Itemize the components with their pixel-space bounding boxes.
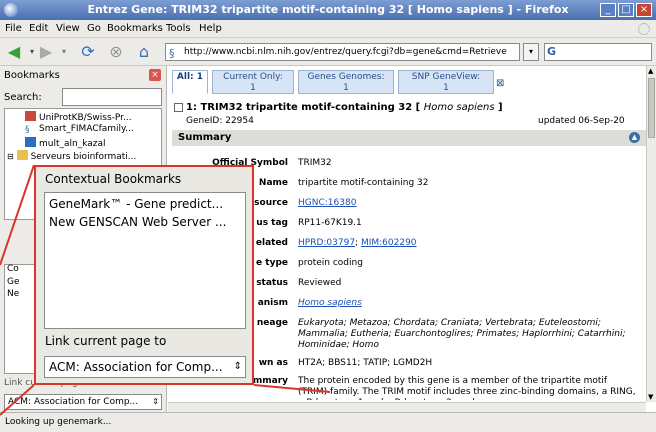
gene-id: GeneID: 22954 (186, 116, 254, 126)
summary-section-header: Summary ▲ (172, 130, 646, 146)
navigation-toolbar: ◀ ▾ ▶ ▾ ⟳ ⊗ ⌂ § http://www.ncbi.nlm.nih.… (0, 38, 656, 66)
url-bar[interactable]: § http://www.ncbi.nlm.nih.gov/entrez/que… (165, 43, 520, 61)
scroll-thumb[interactable] (648, 78, 655, 138)
status-text: Looking up genemark... (5, 417, 112, 427)
search-box[interactable]: G (544, 43, 652, 61)
reload-icon[interactable]: ⟳ (78, 42, 98, 62)
menu-help[interactable]: Help (199, 23, 222, 34)
updated-date: updated 06-Sep-20 (538, 116, 625, 126)
title-bar: Entrez Gene: TRIM32 tripartite motif-con… (0, 0, 656, 20)
forward-dropdown-icon[interactable]: ▾ (54, 42, 74, 62)
tool-icon[interactable]: ⊠ (496, 78, 504, 89)
close-button[interactable]: × (636, 3, 652, 17)
menu-tools[interactable]: Tools (166, 23, 191, 34)
chevron-updown-icon: ⇕ (233, 361, 242, 372)
menu-file[interactable]: File (5, 23, 22, 34)
menu-edit[interactable]: Edit (29, 23, 48, 34)
back-arrow-icon[interactable]: ◀ (4, 42, 24, 62)
organism-link[interactable]: Homo sapiens (298, 298, 638, 309)
bookmark-icon: § (25, 125, 30, 135)
link-page-label: Link current page to (45, 334, 167, 348)
tab-genes-genomes[interactable]: Genes Genomes: 1 (298, 70, 394, 94)
contextual-bookmarks-title: Contextual Bookmarks (45, 172, 182, 186)
expand-icon[interactable]: ⊟ (7, 152, 14, 161)
window-title: Entrez Gene: TRIM32 tripartite motif-con… (87, 3, 569, 16)
hprd-link[interactable]: HPRD:03797 (298, 238, 355, 248)
tab-all[interactable]: All: 1 (172, 70, 208, 94)
sidebar-close-icon[interactable]: × (149, 69, 161, 81)
hgnc-link[interactable]: HGNC:16380 (298, 198, 638, 209)
bookmark-item[interactable]: UniProtKB/Swiss-Pr... (25, 111, 132, 123)
forward-arrow-icon[interactable]: ▶ (36, 42, 56, 62)
home-icon[interactable]: ⌂ (134, 42, 154, 62)
arrow-up-icon[interactable]: ▲ (629, 132, 640, 143)
link-page-select[interactable]: ACM: Association for Comp... ⇕ (44, 356, 246, 378)
sidebar-lower-label: Co (7, 264, 19, 274)
gene-heading: 1: TRIM32 tripartite motif-containing 32… (186, 102, 503, 113)
bookmark-icon (25, 137, 36, 147)
sidebar-search-input[interactable] (62, 88, 162, 106)
url-history-dropdown[interactable]: ▾ (523, 43, 539, 61)
mim-link[interactable]: MIM:602290 (361, 238, 417, 248)
sidebar-title: Bookmarks (4, 70, 60, 81)
tab-snp-geneview[interactable]: SNP GeneView: 1 (398, 70, 494, 94)
sidebar-search-label: Search: (4, 92, 42, 103)
chevron-updown-icon: ⇕ (152, 397, 159, 406)
contextual-bookmarks-zoom: Contextual Bookmarks GeneMark™ - Gene pr… (34, 165, 254, 385)
contextual-bookmark-item[interactable]: GeneMark™ - Gene predict... (49, 197, 245, 211)
list-item[interactable]: Ge (7, 277, 20, 287)
folder-icon (16, 150, 28, 160)
scroll-up-icon[interactable]: ▲ (648, 67, 653, 75)
scroll-down-icon[interactable]: ▼ (648, 393, 653, 401)
link-page-select[interactable]: ACM: Association for Comp... ⇕ (4, 394, 162, 410)
bookmark-item[interactable]: § Smart_FIMACfamily... (25, 124, 134, 135)
menu-go[interactable]: Go (87, 23, 101, 34)
menu-bar: File Edit View Go Bookmarks Tools Help (0, 20, 656, 38)
bookmark-folder[interactable]: ⊟ Serveurs bioinformati... (7, 150, 136, 162)
page-favicon-icon: § (169, 47, 175, 60)
status-bar: Looking up genemark... (0, 412, 656, 432)
search-engine-icon[interactable]: G (547, 45, 556, 58)
throbber-icon (638, 23, 650, 35)
horizontal-scrollbar[interactable] (168, 402, 646, 412)
menu-view[interactable]: View (56, 23, 80, 34)
stop-icon[interactable]: ⊗ (106, 42, 126, 62)
contextual-bookmarks-list: GeneMark™ - Gene predict... New GENSCAN … (44, 192, 246, 329)
minimize-button[interactable]: _ (600, 3, 616, 17)
list-item[interactable]: Ne (7, 289, 19, 299)
bookmark-item[interactable]: mult_aln_kazal (25, 137, 106, 149)
menu-bookmarks[interactable]: Bookmarks (107, 23, 163, 34)
result-tabs: All: 1 Current Only: 1 Genes Genomes: 1 SN… (168, 66, 646, 96)
select-checkbox[interactable] (174, 103, 183, 112)
uniprot-icon (25, 111, 36, 121)
vertical-scrollbar[interactable]: ▲ ▼ (646, 66, 656, 402)
contextual-bookmark-item[interactable]: New GENSCAN Web Server ... (49, 215, 245, 229)
maximize-button[interactable]: □ (618, 3, 634, 17)
tab-current-only[interactable]: Current Only: 1 (212, 70, 294, 94)
url-text: http://www.ncbi.nlm.nih.gov/entrez/query… (184, 47, 507, 57)
